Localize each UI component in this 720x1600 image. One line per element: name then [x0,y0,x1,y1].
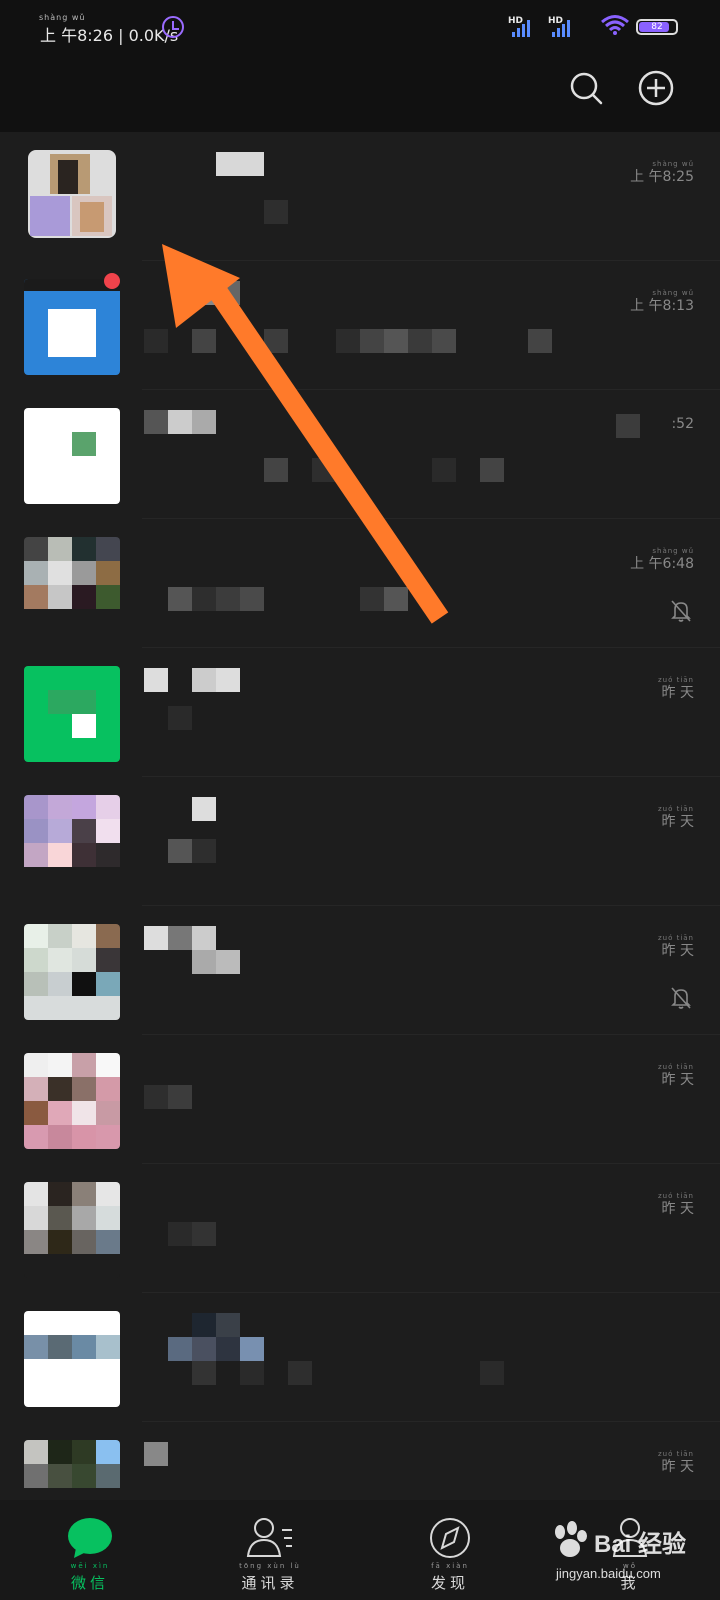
chat-time: zuó tiān 昨 天 [657,1063,694,1088]
chat-row[interactable]: zuó tiān 昨 天 [0,648,720,777]
top-bar [0,56,720,132]
chat-time: zuó tiān 昨 天 [657,934,694,959]
status-time: 上 午8:26 | 0.0K/s [40,26,179,45]
chat-row[interactable]: zuó tiān 昨 天 [0,777,720,906]
battery-icon: 82 [636,19,678,35]
plus-circle-icon[interactable] [638,70,674,106]
chat-row[interactable]: :52 [0,390,720,519]
tab-label: 我 [620,1574,640,1592]
chat-time: zuó tiān 昨 天 [657,1192,694,1217]
chat-row[interactable]: shàng wǔ 上 午8:25 [0,132,720,261]
avatar [24,924,120,1020]
search-icon[interactable] [568,70,604,106]
tab-label: 通讯录 [241,1574,299,1592]
chat-row[interactable] [0,1293,720,1422]
wifi-icon [601,15,629,35]
group-avatar [24,537,120,633]
tab-me[interactable]: wǒ 我 [540,1500,720,1600]
tab-discover[interactable]: fā xiàn 发现 [360,1500,540,1600]
chat-time: zuó tiān 昨 天 [657,805,694,830]
tab-pinyin: tōng xùn lù [239,1562,301,1570]
tab-label: 微信 [70,1574,109,1592]
tab-pinyin: fā xiàn [431,1562,469,1570]
mute-icon [671,987,691,1009]
bottom-tab-bar: wēi xìn 微信 tōng xùn lù 通讯录 fā xiàn 发现 wǒ… [0,1500,720,1600]
chat-row[interactable]: shàng wǔ 上 午8:13 [0,261,720,390]
chat-time: zuó tiān 昨 天 [657,1450,694,1475]
tab-contacts[interactable]: tōng xùn lù 通讯录 [180,1500,360,1600]
avatar [24,1182,120,1278]
chat-time: zuó tiān 昨 天 [657,676,694,701]
chat-time: shàng wǔ 上 午8:13 [630,289,694,314]
chat-list: shàng wǔ 上 午8:25 shàng wǔ 上 午8:13:52 sh… [0,132,720,1500]
chat-bubble-icon [68,1518,112,1558]
unread-dot [104,273,120,289]
avatar [24,795,120,891]
tab-pinyin: wǒ [622,1562,637,1570]
avatar [24,1311,120,1407]
chat-row[interactable]: zuó tiān 昨 天 [0,1035,720,1164]
compass-icon [430,1518,470,1558]
chat-row[interactable]: zuó tiān 昨 天 [0,1422,720,1500]
group-avatar [28,150,116,238]
signal-icon [512,19,534,37]
tab-label: 发现 [430,1574,469,1592]
status-bar: shàng wǔ 上 午8:26 | 0.0K/s HD HD 82 [0,0,720,56]
avatar [24,1053,120,1149]
tab-pinyin: wēi xìn [70,1562,110,1570]
contacts-icon [246,1518,292,1557]
status-time-pinyin: shàng wǔ [39,13,86,22]
signal-icon-2 [552,19,574,37]
alarm-icon [162,16,184,38]
chat-time: shàng wǔ 上 午6:48 [630,547,694,572]
battery-percent: 82 [651,22,663,32]
chat-row[interactable]: zuó tiān 昨 天 [0,1164,720,1293]
avatar [24,279,120,375]
avatar [24,666,120,762]
chat-time: shàng wǔ 上 午8:25 [630,160,694,185]
tab-chats[interactable]: wēi xìn 微信 [0,1500,180,1600]
person-icon [612,1518,648,1557]
chat-row[interactable]: zuó tiān 昨 天 [0,906,720,1035]
chat-row[interactable]: shàng wǔ 上 午6:48 [0,519,720,648]
mute-icon [671,600,691,622]
avatar [24,408,120,504]
avatar [24,1440,120,1500]
chat-time: :52 [671,416,694,432]
